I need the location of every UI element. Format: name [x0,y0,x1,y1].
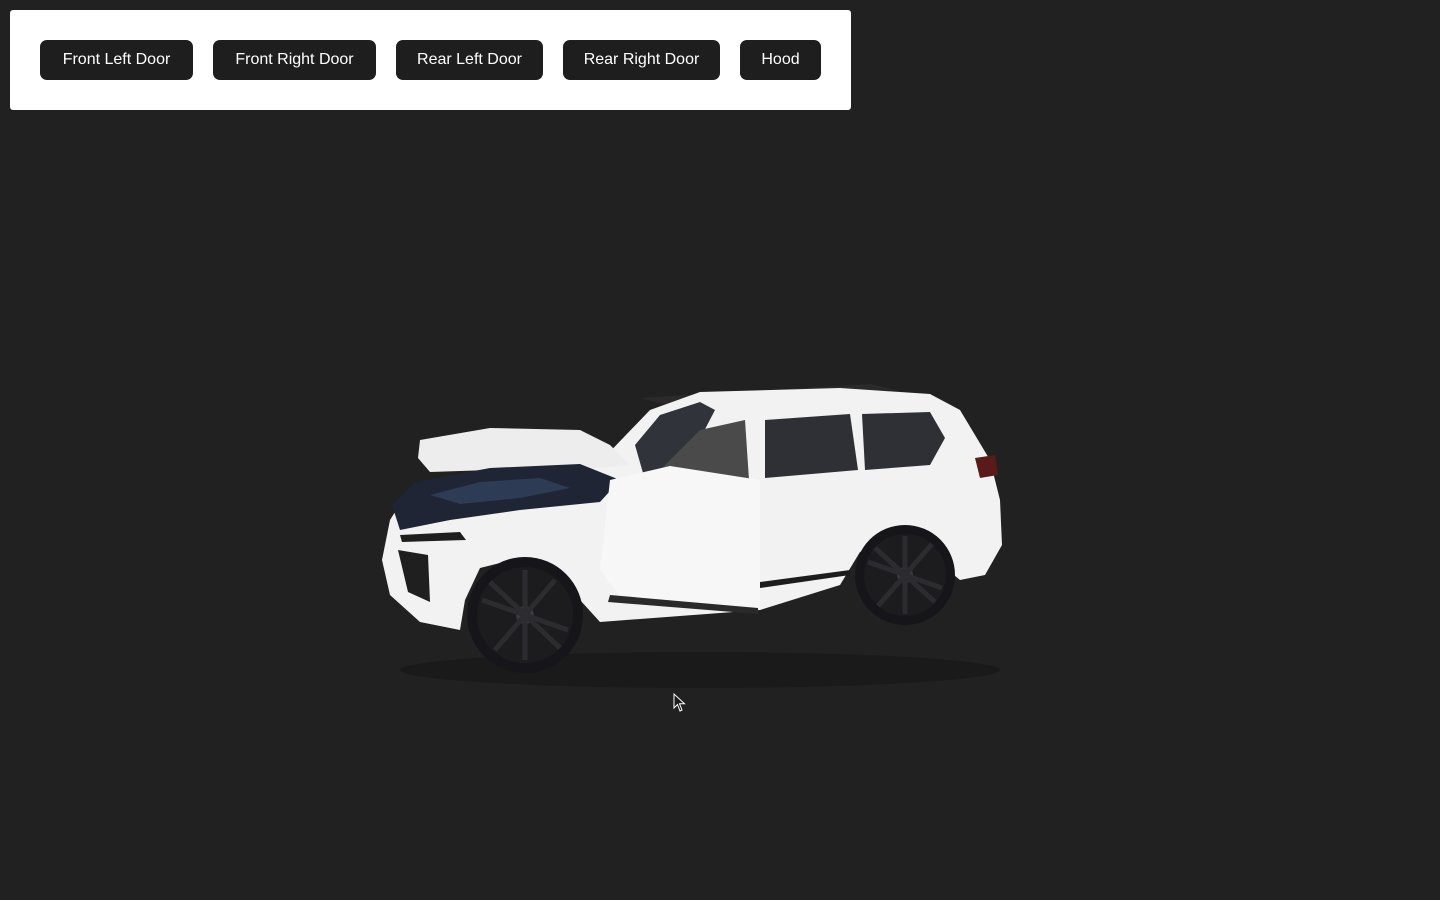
rear-left-door-button[interactable]: Rear Left Door [396,40,543,80]
app-viewport: Front Left Door Front Right Door Rear Le… [0,0,1440,900]
suv-model[interactable] [370,370,1020,700]
front-right-door-button[interactable]: Front Right Door [213,40,376,80]
front-left-door-button[interactable]: Front Left Door [40,40,193,80]
3d-scene-canvas[interactable] [0,110,1440,900]
open-front-door [600,466,760,610]
controls-panel: Front Left Door Front Right Door Rear Le… [10,10,851,110]
rear-wheel [855,525,955,625]
rear-right-door-button[interactable]: Rear Right Door [563,40,720,80]
rear-window [765,414,858,478]
mouse-pointer-icon [673,693,686,712]
front-wheel [467,557,583,673]
open-hood [418,428,630,472]
hood-button[interactable]: Hood [740,40,821,80]
